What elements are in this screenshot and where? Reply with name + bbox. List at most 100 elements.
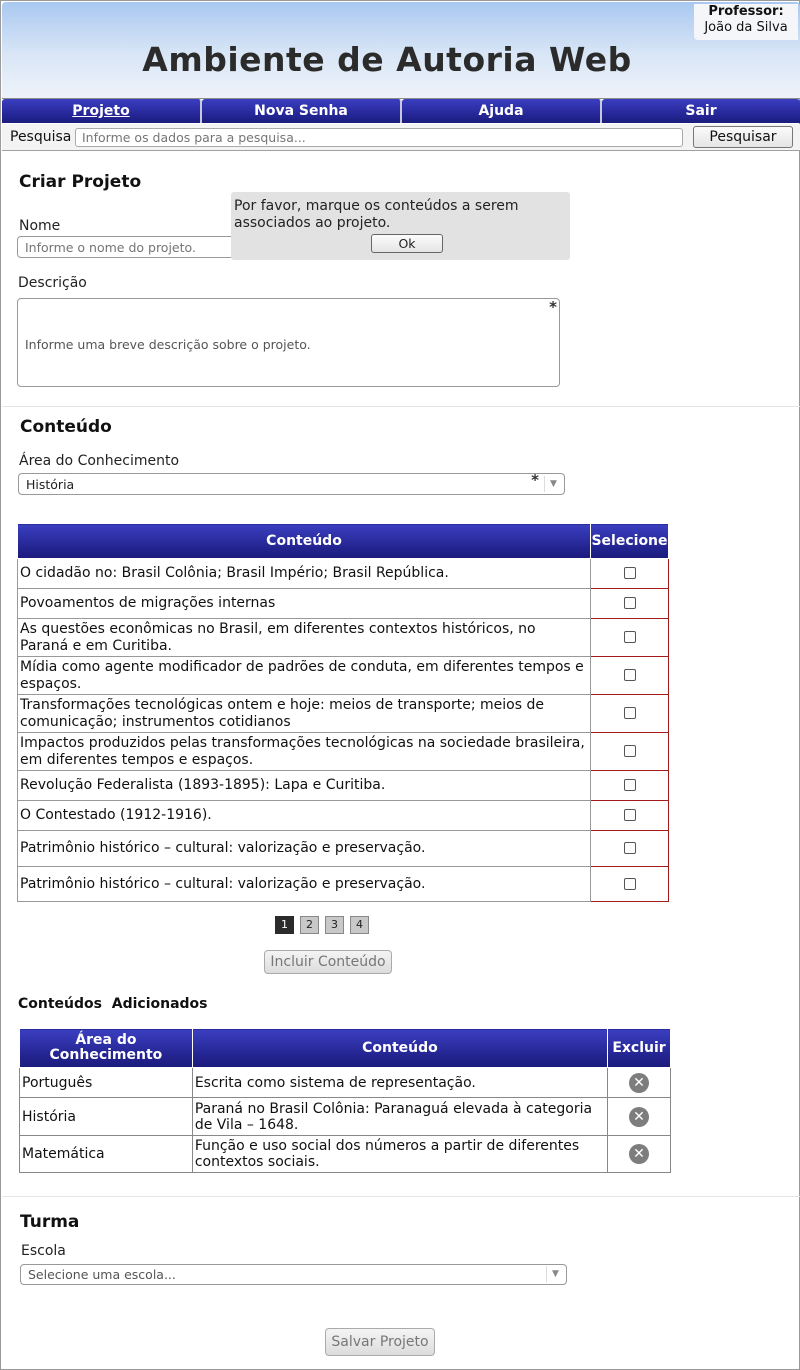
search-input[interactable]: [75, 128, 683, 147]
col-header-conteudo: Conteúdo: [17, 523, 591, 559]
conteudo-cell: Função e uso social dos números a partir…: [191, 1135, 609, 1173]
page-2[interactable]: 2: [300, 916, 319, 934]
page-4[interactable]: 4: [350, 916, 369, 934]
table-row: Revolução Federalista (1893-1895): Lapa …: [17, 770, 669, 801]
col-header-selecione: Selecione: [590, 523, 669, 559]
page-1[interactable]: 1: [275, 916, 294, 934]
select-checkbox[interactable]: [623, 707, 636, 719]
escola-label: Escola: [21, 1243, 66, 1259]
popup-ok-button[interactable]: Ok: [371, 234, 443, 253]
required-star-descricao: *: [549, 298, 557, 316]
col-header-area: Área do Conhecimento: [19, 1028, 193, 1068]
table-row: Transformações tecnológicas ontem e hoje…: [17, 694, 669, 733]
search-button[interactable]: Pesquisar: [693, 126, 793, 148]
descricao-label: Descrição: [18, 275, 87, 291]
delete-icon[interactable]: ✕: [629, 1144, 649, 1164]
nome-input[interactable]: [17, 236, 242, 258]
select-cell: [590, 618, 669, 657]
search-label: Pesquisa: [10, 129, 72, 145]
area-conhecimento-select[interactable]: História * ▼: [18, 471, 565, 495]
pagination: 1 2 3 4: [275, 916, 375, 934]
main-nav: Projeto Nova Senha Ajuda Sair: [2, 99, 800, 123]
table-row: O Contestado (1912-1916).: [17, 800, 669, 831]
incluir-conteudo-button[interactable]: Incluir Conteúdo: [264, 950, 392, 974]
section-divider: [2, 406, 800, 407]
conteudo-cell: As questões econômicas no Brasil, em dif…: [17, 618, 591, 657]
select-checkbox[interactable]: [623, 809, 636, 821]
col-header-conteudo: Conteúdo: [191, 1028, 609, 1068]
conteudo-cell: O cidadão no: Brasil Colônia; Brasil Imp…: [17, 558, 591, 589]
area-cell: História: [19, 1097, 193, 1136]
select-cell: [590, 770, 669, 801]
conteudo-cell: Impactos produzidos pelas transformações…: [17, 732, 591, 771]
table-row: Patrimônio histórico – cultural: valoriz…: [17, 830, 669, 867]
conteudo-cell: Revolução Federalista (1893-1895): Lapa …: [17, 770, 591, 801]
select-cell: [590, 588, 669, 619]
conteudo-cell: Patrimônio histórico – cultural: valoriz…: [17, 866, 591, 902]
table-row: Matemática Função e uso social dos númer…: [19, 1135, 671, 1173]
select-checkbox[interactable]: [623, 567, 636, 579]
chevron-down-icon[interactable]: ▼: [544, 476, 562, 492]
professor-label: Professor:: [708, 4, 784, 19]
select-cell: [590, 866, 669, 902]
descricao-placeholder: Informe uma breve descrição sobre o proj…: [25, 337, 311, 352]
app-title: Ambiente de Autoria Web: [142, 40, 632, 79]
nav-item-sair[interactable]: Sair: [602, 99, 800, 123]
select-checkbox[interactable]: [623, 745, 636, 757]
escola-select[interactable]: Selecione uma escola... ▼: [20, 1264, 567, 1285]
turma-title: Turma: [20, 1212, 80, 1232]
table-row: Patrimônio histórico – cultural: valoriz…: [17, 866, 669, 902]
conteudos-adicionados-table: Área do Conhecimento Conteúdo Excluir Po…: [19, 1028, 671, 1173]
area-conhecimento-label: Área do Conhecimento: [19, 453, 180, 469]
popup-message: Por favor, marque os conteúdos a serem a…: [234, 198, 519, 231]
area-cell: Português: [19, 1067, 193, 1098]
table-row: O cidadão no: Brasil Colônia; Brasil Imp…: [17, 558, 669, 589]
delete-icon[interactable]: ✕: [629, 1106, 649, 1127]
page-frame: Ambiente de Autoria Web Professor: João …: [0, 0, 800, 1370]
select-checkbox[interactable]: [623, 877, 636, 890]
table-row: Impactos produzidos pelas transformações…: [17, 732, 669, 771]
nav-item-nova-senha[interactable]: Nova Senha: [202, 99, 402, 123]
conteudo-table: Conteúdo Selecione O cidadão no: Brasil …: [17, 523, 669, 902]
select-checkbox[interactable]: [623, 631, 636, 643]
conteudo-cell: Patrimônio histórico – cultural: valoriz…: [17, 830, 591, 867]
excluir-cell: ✕: [607, 1097, 671, 1136]
required-star-area: *: [531, 471, 539, 489]
delete-icon[interactable]: ✕: [629, 1072, 649, 1093]
table-row: Mídia como agente modificador de padrões…: [17, 656, 669, 695]
excluir-cell: ✕: [607, 1067, 671, 1098]
conteudo-cell: Mídia como agente modificador de padrões…: [17, 656, 591, 695]
nav-item-ajuda[interactable]: Ajuda: [402, 99, 602, 123]
select-checkbox[interactable]: [623, 842, 636, 854]
select-cell: [590, 558, 669, 589]
conteudo-cell: Povoamentos de migrações internas: [17, 588, 591, 619]
select-cell: [590, 694, 669, 733]
select-checkbox[interactable]: [623, 779, 636, 791]
select-cell: [590, 656, 669, 695]
table-row: História Paraná no Brasil Colônia: Paran…: [19, 1097, 671, 1136]
area-selected-value: História: [26, 477, 75, 492]
section-divider: [2, 1196, 800, 1197]
nav-item-projeto[interactable]: Projeto: [2, 99, 202, 123]
validation-popup: Por favor, marque os conteúdos a serem a…: [231, 192, 570, 260]
chevron-down-icon[interactable]: ▼: [546, 1266, 564, 1282]
table-row: As questões econômicas no Brasil, em dif…: [17, 618, 669, 657]
excluir-cell: ✕: [607, 1135, 671, 1173]
col-header-excluir: Excluir: [607, 1028, 671, 1068]
conteudos-adicionados-title: Conteúdos Adicionados: [18, 996, 208, 1012]
conteudo-title: Conteúdo: [20, 417, 112, 437]
search-bar: Pesquisa Pesquisar: [2, 124, 800, 151]
salvar-projeto-button[interactable]: Salvar Projeto: [325, 1328, 435, 1356]
app-header: Ambiente de Autoria Web Professor: João …: [2, 2, 800, 99]
professor-name: João da Silva: [704, 20, 788, 35]
select-checkbox[interactable]: [623, 669, 636, 681]
descricao-textarea[interactable]: Informe uma breve descrição sobre o proj…: [17, 298, 560, 387]
page-3[interactable]: 3: [325, 916, 344, 934]
table-row: Povoamentos de migrações internas: [17, 588, 669, 619]
conteudo-cell: O Contestado (1912-1916).: [17, 800, 591, 831]
escola-placeholder: Selecione uma escola...: [28, 1267, 176, 1282]
area-cell: Matemática: [19, 1135, 193, 1173]
select-checkbox[interactable]: [623, 597, 636, 609]
conteudo-cell: Escrita como sistema de representação.: [191, 1067, 609, 1098]
conteudo-cell: Paraná no Brasil Colônia: Paranaguá elev…: [191, 1097, 609, 1136]
